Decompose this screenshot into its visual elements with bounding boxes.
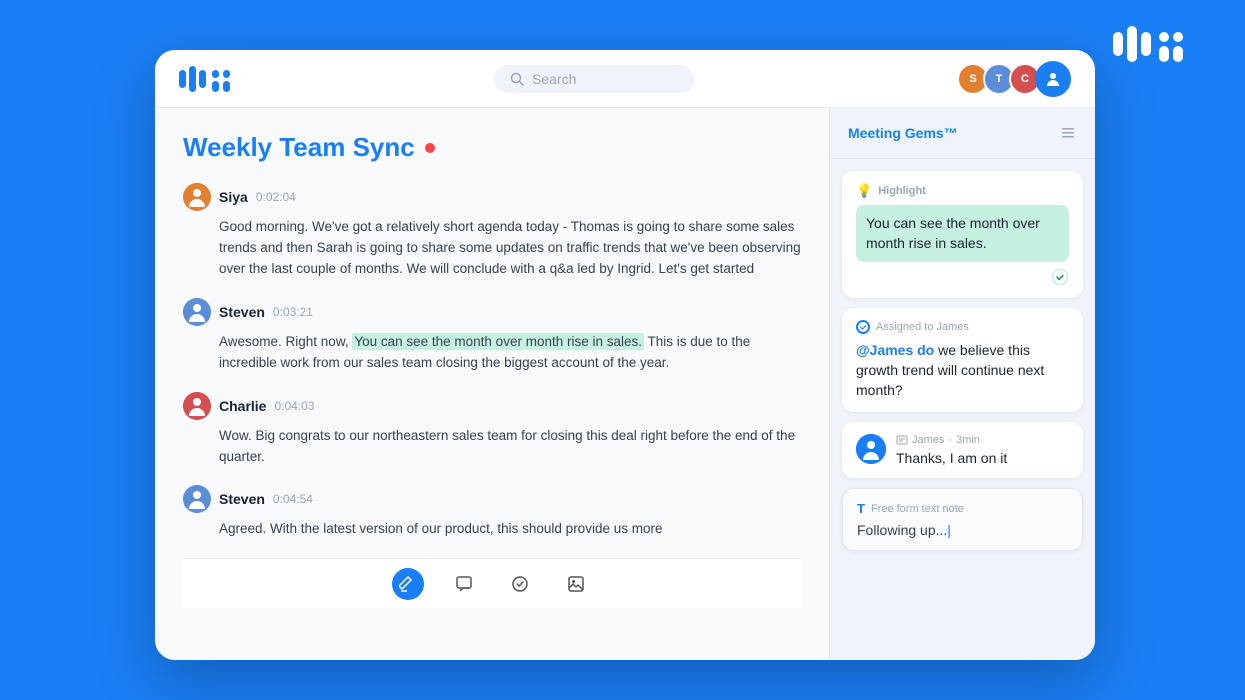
search-bar[interactable]: Search bbox=[494, 65, 694, 93]
assigned-label-text: Assigned to James bbox=[876, 321, 969, 333]
reply-avatar bbox=[856, 434, 886, 464]
gem-card-reply: James · 3min Thanks, I am on it bbox=[842, 422, 1083, 478]
avatar bbox=[183, 298, 211, 326]
note-label: T Free form text note bbox=[857, 501, 1068, 516]
avatar bbox=[183, 183, 211, 211]
gem-assigned-label: Assigned to James bbox=[856, 320, 1069, 334]
meeting-title-row: Weekly Team Sync bbox=[183, 132, 801, 163]
reply-separator: · bbox=[948, 434, 952, 446]
gem-label: 💡 Highlight bbox=[856, 183, 1069, 199]
reply-text: Thanks, I am on it bbox=[896, 450, 1069, 466]
note-icon: T bbox=[857, 501, 865, 516]
task-tool-button[interactable] bbox=[504, 568, 536, 600]
comment-tool-button[interactable] bbox=[448, 568, 480, 600]
body-area: Weekly Team Sync Siya 0:02:04 bbox=[155, 108, 1095, 660]
header-logo bbox=[179, 65, 231, 93]
highlighted-text: You can see the month over month rise in… bbox=[352, 333, 644, 350]
speaker-time: 0:03:21 bbox=[273, 305, 313, 319]
meeting-title: Weekly Team Sync bbox=[183, 132, 415, 163]
speaker-name: Siya bbox=[219, 189, 248, 205]
speaker-name: Steven bbox=[219, 491, 265, 507]
note-input[interactable]: Following up... bbox=[857, 522, 1068, 538]
reply-meta-icon bbox=[896, 434, 908, 446]
assigned-check-icon bbox=[856, 320, 870, 334]
bottom-toolbar bbox=[183, 558, 801, 608]
note-label-text: Free form text note bbox=[871, 503, 964, 515]
top-logo bbox=[1113, 24, 1193, 69]
message-body-highlight: Awesome. Right now, You can see the mont… bbox=[183, 332, 801, 374]
highlight-gem-icon: 💡 bbox=[856, 183, 872, 199]
gems-title: Meeting Gems™ bbox=[848, 125, 958, 141]
message-header: Steven 0:03:21 bbox=[183, 298, 801, 326]
avatars-group: S T C bbox=[957, 61, 1071, 97]
gem-highlight-content: You can see the month over month rise in… bbox=[856, 205, 1069, 262]
reply-time: 3min bbox=[956, 434, 980, 446]
speaker-time: 0:02:04 bbox=[256, 190, 296, 204]
list-icon bbox=[1059, 124, 1077, 142]
avatar bbox=[183, 485, 211, 513]
gem-card-highlight: 💡 Highlight You can see the month over m… bbox=[842, 171, 1083, 298]
message-header: Steven 0:04:54 bbox=[183, 485, 801, 513]
gem-reply: James · 3min Thanks, I am on it bbox=[856, 434, 1069, 466]
message-item: Siya 0:02:04 Good morning. We've got a r… bbox=[183, 183, 801, 280]
message-item: Steven 0:04:54 Agreed. With the latest v… bbox=[183, 485, 801, 540]
message-header: Charlie 0:04:03 bbox=[183, 392, 801, 420]
gem-card-note[interactable]: T Free form text note Following up... bbox=[842, 488, 1083, 551]
reply-meta: James · 3min bbox=[896, 434, 1069, 446]
message-body: Agreed. With the latest version of our p… bbox=[183, 519, 801, 540]
message-item: Steven 0:03:21 Awesome. Right now, You c… bbox=[183, 298, 801, 374]
message-item: Charlie 0:04:03 Wow. Big congrats to our… bbox=[183, 392, 801, 468]
mention-text: @James do bbox=[856, 342, 934, 358]
search-placeholder: Search bbox=[532, 71, 576, 87]
transcript-panel: Weekly Team Sync Siya 0:02:04 bbox=[155, 108, 830, 660]
speaker-time: 0:04:03 bbox=[274, 399, 314, 413]
gem-card-action: Assigned to James @James do we believe t… bbox=[842, 308, 1083, 413]
highlight-tool-button[interactable] bbox=[392, 568, 424, 600]
search-icon bbox=[510, 72, 524, 86]
gems-header: Meeting Gems™ bbox=[830, 108, 1095, 159]
avatar bbox=[183, 392, 211, 420]
speaker-time: 0:04:54 bbox=[273, 492, 313, 506]
checkmark-icon bbox=[1051, 268, 1069, 286]
main-card: Search S T C Weekly Team Sync bbox=[155, 50, 1095, 660]
reply-speaker: James bbox=[912, 434, 944, 446]
speaker-name: Steven bbox=[219, 304, 265, 320]
gems-panel: Meeting Gems™ 💡 Highlight You can see th… bbox=[830, 108, 1095, 660]
reply-content: James · 3min Thanks, I am on it bbox=[896, 434, 1069, 466]
live-indicator bbox=[425, 143, 435, 153]
speaker-name: Charlie bbox=[219, 398, 266, 414]
message-body: Wow. Big congrats to our northeastern sa… bbox=[183, 426, 801, 468]
message-header: Siya 0:02:04 bbox=[183, 183, 801, 211]
message-body: Good morning. We've got a relatively sho… bbox=[183, 217, 801, 280]
gem-action-body: @James do we believe this growth trend w… bbox=[856, 340, 1069, 401]
image-tool-button[interactable] bbox=[560, 568, 592, 600]
header-bar: Search S T C bbox=[155, 50, 1095, 108]
highlight-label-text: Highlight bbox=[878, 185, 926, 197]
gems-list: 💡 Highlight You can see the month over m… bbox=[830, 159, 1095, 660]
avatar-active bbox=[1035, 61, 1071, 97]
